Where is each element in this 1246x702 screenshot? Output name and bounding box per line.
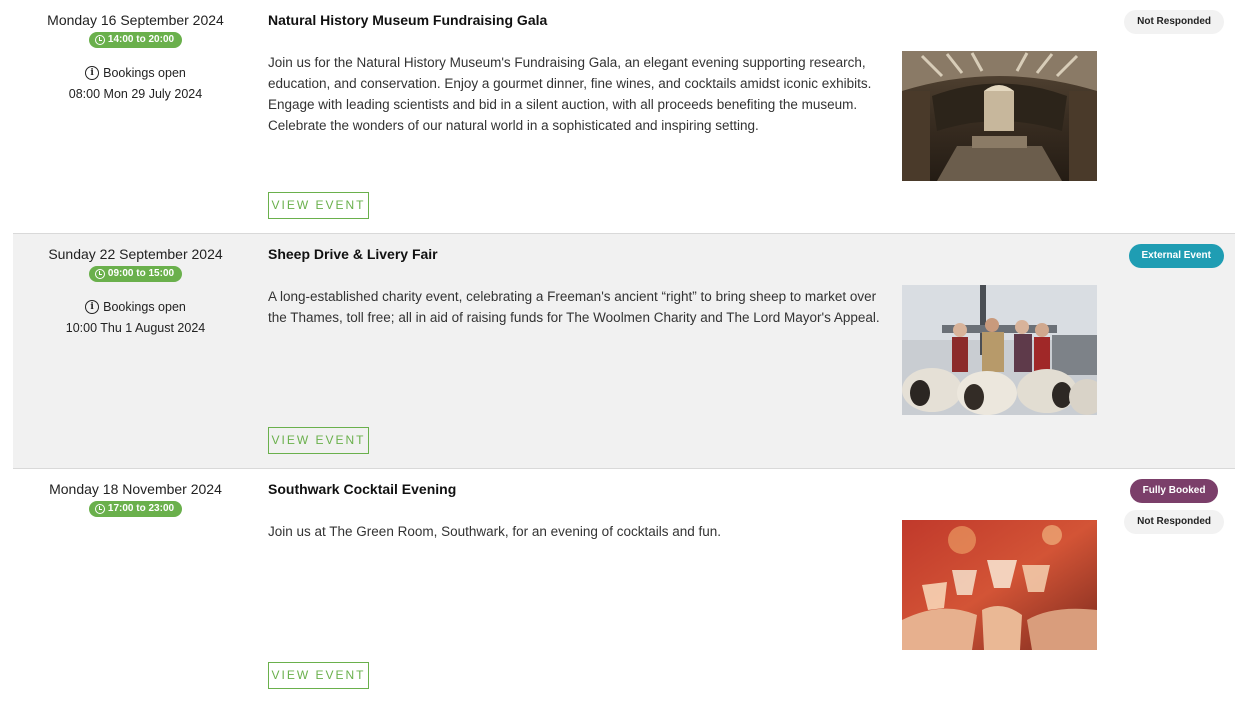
status-badge: Not Responded [1124,10,1224,34]
event-date-column: Monday 18 November 2024 17:00 to 23:00 [13,480,258,519]
view-event-button[interactable]: VIEW EVENT [268,192,369,219]
event-details: Natural History Museum Fundraising Gala … [268,11,893,136]
sheep-on-bridge-photo[interactable] [902,285,1097,415]
event-date-column: Sunday 22 September 2024 09:00 to 15:00 … [13,245,258,336]
museum-hall-photo[interactable] [902,51,1097,181]
event-date-column: Monday 16 September 2024 14:00 to 20:00 … [13,11,258,102]
time-badge: 14:00 to 20:00 [88,32,183,48]
bookings-date: 08:00 Mon 29 July 2024 [68,87,203,101]
clock-icon [94,504,105,514]
event-description: A long-established charity event, celebr… [268,289,880,325]
event-details: Sheep Drive & Livery Fair A long-establi… [268,245,893,328]
clock-icon [94,269,105,279]
status-column: Not Responded [1124,10,1224,34]
event-description: Join us at The Green Room, Southwark, fo… [268,524,722,539]
event-date: Monday 18 November 2024 [49,481,222,497]
bookings-date: 10:00 Thu 1 August 2024 [65,321,206,335]
info-icon: i [85,300,100,314]
event-title: Natural History Museum Fundraising Gala [268,12,548,28]
view-event-button[interactable]: VIEW EVENT [268,427,369,454]
info-icon: i [85,66,100,80]
event-date: Monday 16 September 2024 [47,12,224,28]
event-description: Join us for the Natural History Museum's… [268,55,872,133]
bookings-label: Bookings open [103,66,186,80]
event-row: Monday 18 November 2024 17:00 to 23:00 S… [13,469,1235,702]
time-range: 17:00 to 23:00 [107,503,175,514]
bookings-label: Bookings open [103,300,186,314]
status-column: Fully Booked Not Responded [1124,479,1224,534]
time-range: 14:00 to 20:00 [107,34,175,45]
event-title: Southwark Cocktail Evening [268,481,457,497]
time-range: 09:00 to 15:00 [107,268,175,279]
clock-icon [94,35,105,45]
cocktail-toast-photo[interactable] [902,520,1097,650]
event-details: Southwark Cocktail Evening Join us at Th… [268,480,893,542]
view-event-button[interactable]: VIEW EVENT [268,662,369,689]
time-badge: 17:00 to 23:00 [88,501,183,517]
status-column: External Event [1128,244,1224,268]
bookings-open: i Bookings open [13,65,258,81]
event-row: Monday 16 September 2024 14:00 to 20:00 … [13,0,1235,234]
time-badge: 09:00 to 15:00 [88,266,183,282]
status-badge: External Event [1128,244,1224,268]
status-badge: Not Responded [1124,510,1224,534]
event-row: Sunday 22 September 2024 09:00 to 15:00 … [13,234,1235,469]
bookings-open: i Bookings open [13,299,258,315]
status-badge: Fully Booked [1129,479,1219,503]
event-title: Sheep Drive & Livery Fair [268,246,438,262]
event-date: Sunday 22 September 2024 [48,246,223,262]
